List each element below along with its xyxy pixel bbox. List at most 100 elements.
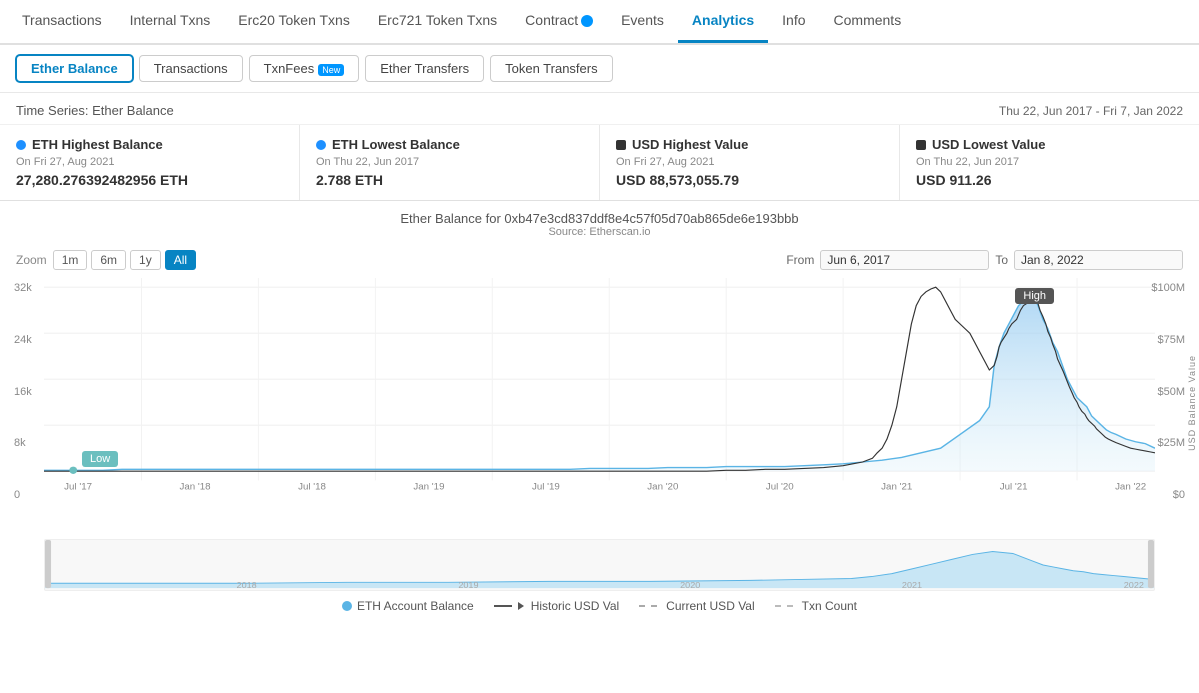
svg-text:2018: 2018 [237,580,257,590]
y-right-100m: $100M [1151,282,1185,294]
svg-text:2022: 2022 [1124,580,1144,590]
y-label-16k: 16k [14,386,32,398]
usd-lowest-dot [916,140,926,150]
zoom-all[interactable]: All [165,250,196,270]
contract-verified-icon [581,15,593,27]
chart-legend: ETH Account Balance Historic USD Val Cur… [0,591,1199,619]
main-chart-svg: Jul '17 Jan '18 Jul '18 Jan '19 Jul '19 … [44,278,1155,508]
eth-lowest-label: ETH Lowest Balance [332,137,460,152]
nav-comments[interactable]: Comments [820,0,916,43]
zoom-label: Zoom [16,253,47,267]
y-label-24k: 24k [14,334,32,346]
nav-info[interactable]: Info [768,0,819,43]
stat-eth-highest: ETH Highest Balance On Fri 27, Aug 2021 … [0,125,300,200]
subnav-token-transfers[interactable]: Token Transfers [490,55,613,82]
y-right-75m: $75M [1151,334,1185,346]
low-tooltip: Low [82,451,118,467]
subnav-txnfees[interactable]: TxnFeesNew [249,55,360,82]
legend-txn-label: Txn Count [802,599,857,613]
timeseries-title: Time Series: Ether Balance [16,103,174,118]
usd-highest-label: USD Highest Value [632,137,748,152]
svg-text:Jul '21: Jul '21 [1000,482,1028,493]
nav-transactions[interactable]: Transactions [8,0,116,43]
usd-highest-date: On Fri 27, Aug 2021 [616,156,883,168]
usd-axis-label: USD Balance Value [1187,355,1197,451]
svg-text:2021: 2021 [902,580,922,590]
zoom-buttons: 1m 6m 1y All [53,250,196,270]
legend-historic-usd: Historic USD Val [494,599,619,613]
new-badge: New [318,64,344,76]
usd-lowest-label: USD Lowest Value [932,137,1045,152]
eth-highest-label: ETH Highest Balance [32,137,163,152]
legend-current-dash [639,605,657,607]
eth-lowest-dot [316,140,326,150]
svg-text:Jan '22: Jan '22 [1115,482,1146,493]
legend-txn-count: Txn Count [775,599,857,613]
to-label: To [995,253,1008,267]
svg-text:2020: 2020 [680,580,700,590]
to-date-input[interactable] [1014,250,1183,270]
nav-contract[interactable]: Contract [511,0,607,43]
legend-current-usd: Current USD Val [639,599,754,613]
svg-text:Jan '18: Jan '18 [180,482,211,493]
chart-source: Source: Etherscan.io [0,226,1199,238]
from-label: From [786,253,814,267]
from-date-input[interactable] [820,250,989,270]
legend-historic-line [494,605,512,607]
stat-usd-highest: USD Highest Value On Fri 27, Aug 2021 US… [600,125,900,200]
subnav-ether-transfers[interactable]: Ether Transfers [365,55,484,82]
legend-eth-balance: ETH Account Balance [342,599,474,613]
eth-lowest-value: 2.788 ETH [316,172,583,188]
eth-lowest-date: On Thu 22, Jun 2017 [316,156,583,168]
nav-internal-txns[interactable]: Internal Txns [116,0,225,43]
nav-analytics[interactable]: Analytics [678,0,768,43]
nav-events[interactable]: Events [607,0,678,43]
top-navigation: Transactions Internal Txns Erc20 Token T… [0,0,1199,45]
y-right-25m: $25M [1151,437,1185,449]
y-label-0: 0 [14,489,32,501]
usd-lowest-value: USD 911.26 [916,172,1183,188]
svg-text:Jan '21: Jan '21 [881,482,912,493]
legend-eth-label: ETH Account Balance [357,599,474,613]
svg-text:2019: 2019 [458,580,478,590]
usd-highest-dot [616,140,626,150]
y-label-32k: 32k [14,282,32,294]
mini-chart: 2018 2019 2020 2021 2022 [44,539,1155,591]
timeseries-header: Time Series: Ether Balance Thu 22, Jun 2… [0,93,1199,125]
eth-highest-date: On Fri 27, Aug 2021 [16,156,283,168]
zoom-controls: Zoom 1m 6m 1y All From To [0,246,1199,274]
zoom-6m[interactable]: 6m [91,250,126,270]
y-right-50m: $50M [1151,386,1185,398]
zoom-1y[interactable]: 1y [130,250,161,270]
stat-usd-lowest: USD Lowest Value On Thu 22, Jun 2017 USD… [900,125,1199,200]
legend-eth-dot [342,601,352,611]
eth-highest-dot [16,140,26,150]
zoom-1m[interactable]: 1m [53,250,88,270]
nav-erc20[interactable]: Erc20 Token Txns [224,0,364,43]
timeseries-range: Thu 22, Jun 2017 - Fri 7, Jan 2022 [999,104,1183,118]
date-range: From To [786,250,1183,270]
y-label-8k: 8k [14,437,32,449]
svg-text:Jan '20: Jan '20 [647,482,678,493]
chart-area: Ether Balance for 0xb47e3cd837ddf8e4c57f… [0,201,1199,619]
svg-text:Jul '20: Jul '20 [766,482,794,493]
svg-text:Jul '19: Jul '19 [532,482,560,493]
legend-arrow-icon [518,602,524,610]
legend-txn-dash [775,605,793,607]
eth-highest-value: 27,280.276392482956 ETH [16,172,283,188]
high-tooltip: High [1015,288,1054,304]
chart-title: Ether Balance for 0xb47e3cd837ddf8e4c57f… [0,211,1199,226]
y-right-0: $0 [1151,489,1185,501]
nav-erc721[interactable]: Erc721 Token Txns [364,0,511,43]
stat-cards: ETH Highest Balance On Fri 27, Aug 2021 … [0,125,1199,201]
legend-historic-label: Historic USD Val [531,599,619,613]
usd-lowest-date: On Thu 22, Jun 2017 [916,156,1183,168]
svg-text:Jan '19: Jan '19 [413,482,444,493]
stat-eth-lowest: ETH Lowest Balance On Thu 22, Jun 2017 2… [300,125,600,200]
svg-text:Jul '17: Jul '17 [64,482,92,493]
subnav-transactions[interactable]: Transactions [139,55,243,82]
subnav-ether-balance[interactable]: Ether Balance [16,55,133,82]
svg-text:Jul '18: Jul '18 [298,482,326,493]
usd-highest-value: USD 88,573,055.79 [616,172,883,188]
sub-navigation: Ether Balance Transactions TxnFeesNew Et… [0,45,1199,93]
